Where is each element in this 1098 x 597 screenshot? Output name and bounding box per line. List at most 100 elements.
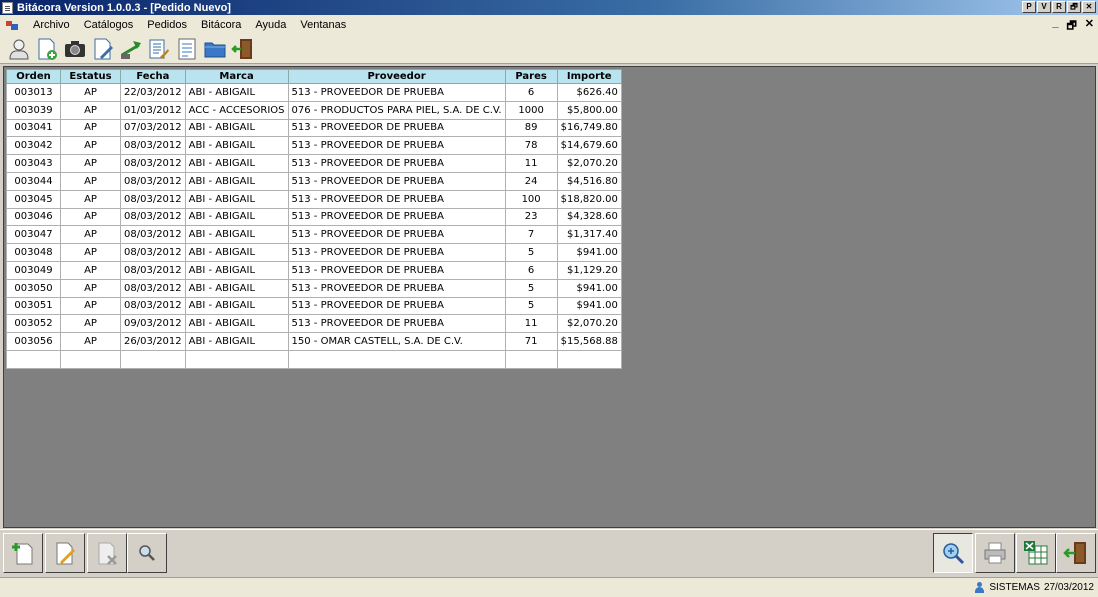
cell-pares[interactable]: 1000 (504, 100, 558, 120)
column-orden[interactable]: Orden (6, 69, 61, 84)
cell-proveedor[interactable]: 076 - PRODUCTOS PARA PIEL, S.A. DE C.V. (287, 100, 506, 120)
excel-button[interactable] (1016, 533, 1056, 573)
cell-marca[interactable]: ABI - ABIGAIL (184, 207, 289, 227)
cell-importe[interactable]: $5,800.00 (556, 100, 622, 120)
cell-fecha[interactable]: 09/03/2012 (120, 314, 186, 334)
zoom-button[interactable] (933, 533, 973, 573)
cell-marca[interactable] (184, 349, 289, 369)
list-document-icon[interactable] (146, 36, 172, 62)
print-button[interactable] (975, 533, 1015, 573)
cell-pares[interactable]: 6 (504, 260, 558, 280)
cell-estatus[interactable]: AP (60, 296, 121, 316)
cell-importe[interactable]: $18,820.00 (556, 189, 622, 209)
cell-estatus[interactable]: AP (60, 189, 121, 209)
cell-marca[interactable]: ABI - ABIGAIL (184, 278, 289, 298)
cell-proveedor[interactable]: 513 - PROVEEDOR DE PRUEBA (287, 278, 506, 298)
cell-marca[interactable]: ABI - ABIGAIL (184, 118, 289, 138)
cell-fecha[interactable]: 08/03/2012 (120, 225, 186, 245)
cell-importe[interactable]: $1,317.40 (556, 225, 622, 245)
cell-fecha[interactable]: 22/03/2012 (120, 83, 186, 102)
cell-importe[interactable]: $1,129.20 (556, 260, 622, 280)
cell-orden[interactable]: 003052 (6, 314, 61, 334)
title-button-r[interactable]: R (1052, 1, 1066, 13)
cell-proveedor[interactable]: 513 - PROVEEDOR DE PRUEBA (287, 83, 506, 102)
cell-proveedor[interactable]: 513 - PROVEEDOR DE PRUEBA (287, 189, 506, 209)
cell-pares[interactable]: 5 (504, 278, 558, 298)
cell-estatus[interactable] (60, 349, 121, 369)
cell-proveedor[interactable]: 513 - PROVEEDOR DE PRUEBA (287, 207, 506, 227)
table-row[interactable]: 003041 AP 07/03/2012 ABI - ABIGAIL 513 - PRO… (6, 118, 622, 138)
cell-pares[interactable] (504, 349, 558, 369)
column-proveedor[interactable]: Proveedor (287, 69, 506, 84)
menu-ventanas[interactable]: Ventanas (293, 19, 353, 31)
cell-orden[interactable]: 003041 (6, 118, 61, 138)
cell-marca[interactable]: ABI - ABIGAIL (184, 136, 289, 156)
table-row[interactable] (6, 349, 622, 369)
title-button-v[interactable]: V (1037, 1, 1051, 13)
cell-importe[interactable]: $4,516.80 (556, 171, 622, 191)
cell-fecha[interactable]: 08/03/2012 (120, 136, 186, 156)
cell-orden[interactable]: 003049 (6, 260, 61, 280)
cell-fecha[interactable]: 08/03/2012 (120, 243, 186, 262)
table-row[interactable]: 003039 AP 01/03/2012 ACC - ACCESORIOS 076 - … (6, 100, 622, 120)
add-document-button[interactable] (3, 533, 43, 573)
report-icon[interactable] (174, 36, 200, 62)
exit-door-icon[interactable] (230, 36, 256, 62)
menu-catalogos[interactable]: Catálogos (77, 19, 141, 31)
cell-marca[interactable]: ABI - ABIGAIL (184, 189, 289, 209)
cell-marca[interactable]: ACC - ACCESORIOS (184, 100, 289, 120)
cell-fecha[interactable]: 08/03/2012 (120, 171, 186, 191)
cell-fecha[interactable]: 01/03/2012 (120, 100, 186, 120)
cell-estatus[interactable]: AP (60, 314, 121, 334)
cell-marca[interactable]: ABI - ABIGAIL (184, 171, 289, 191)
camera-icon[interactable] (62, 36, 88, 62)
cell-marca[interactable]: ABI - ABIGAIL (184, 314, 289, 334)
cell-marca[interactable]: ABI - ABIGAIL (184, 296, 289, 316)
cell-orden[interactable]: 003044 (6, 171, 61, 191)
cell-importe[interactable]: $626.40 (556, 83, 622, 102)
cell-pares[interactable]: 71 (504, 332, 558, 351)
cell-orden[interactable]: 003050 (6, 278, 61, 298)
cell-fecha[interactable]: 26/03/2012 (120, 332, 186, 351)
cell-estatus[interactable]: AP (60, 83, 121, 102)
table-row[interactable]: 003052 AP 09/03/2012 ABI - ABIGAIL 513 - PRO… (6, 314, 622, 334)
cell-proveedor[interactable]: 513 - PROVEEDOR DE PRUEBA (287, 243, 506, 262)
cell-proveedor[interactable]: 513 - PROVEEDOR DE PRUEBA (287, 171, 506, 191)
cell-marca[interactable]: ABI - ABIGAIL (184, 332, 289, 351)
table-row[interactable]: 003042 AP 08/03/2012 ABI - ABIGAIL 513 - PRO… (6, 136, 622, 156)
cell-estatus[interactable]: AP (60, 332, 121, 351)
exit-button[interactable] (1056, 533, 1096, 573)
table-row[interactable]: 003013 AP 22/03/2012 ABI - ABIGAIL 513 - PRO… (6, 83, 622, 102)
cell-importe[interactable]: $4,328.60 (556, 207, 622, 227)
cell-orden[interactable]: 003048 (6, 243, 61, 262)
table-row[interactable]: 003050 AP 08/03/2012 ABI - ABIGAIL 513 - PRO… (6, 278, 622, 298)
table-row[interactable]: 003051 AP 08/03/2012 ABI - ABIGAIL 513 - PRO… (6, 296, 622, 316)
cell-importe[interactable]: $14,679.60 (556, 136, 622, 156)
edit-document-button[interactable] (45, 533, 85, 573)
cell-pares[interactable]: 11 (504, 154, 558, 173)
cell-pares[interactable]: 5 (504, 243, 558, 262)
cell-pares[interactable]: 24 (504, 171, 558, 191)
cell-orden[interactable]: 003039 (6, 100, 61, 120)
search-button[interactable] (127, 533, 167, 573)
cell-importe[interactable]: $15,568.88 (556, 332, 622, 351)
cell-pares[interactable]: 11 (504, 314, 558, 334)
cell-proveedor[interactable]: 513 - PROVEEDOR DE PRUEBA (287, 136, 506, 156)
cell-fecha[interactable]: 08/03/2012 (120, 207, 186, 227)
cell-estatus[interactable]: AP (60, 278, 121, 298)
cell-estatus[interactable]: AP (60, 243, 121, 262)
cell-proveedor[interactable]: 150 - OMAR CASTELL, S.A. DE C.V. (287, 332, 506, 351)
cell-estatus[interactable]: AP (60, 225, 121, 245)
cell-estatus[interactable]: AP (60, 154, 121, 173)
cell-pares[interactable]: 6 (504, 83, 558, 102)
cell-estatus[interactable]: AP (60, 207, 121, 227)
cell-proveedor[interactable] (287, 349, 506, 369)
column-pares[interactable]: Pares (504, 69, 558, 84)
cell-importe[interactable]: $16,749.80 (556, 118, 622, 138)
cell-orden[interactable]: 003046 (6, 207, 61, 227)
table-row[interactable]: 003044 AP 08/03/2012 ABI - ABIGAIL 513 - PRO… (6, 171, 622, 191)
cell-marca[interactable]: ABI - ABIGAIL (184, 243, 289, 262)
cell-pares[interactable]: 100 (504, 189, 558, 209)
cell-marca[interactable]: ABI - ABIGAIL (184, 83, 289, 102)
cell-pares[interactable]: 23 (504, 207, 558, 227)
